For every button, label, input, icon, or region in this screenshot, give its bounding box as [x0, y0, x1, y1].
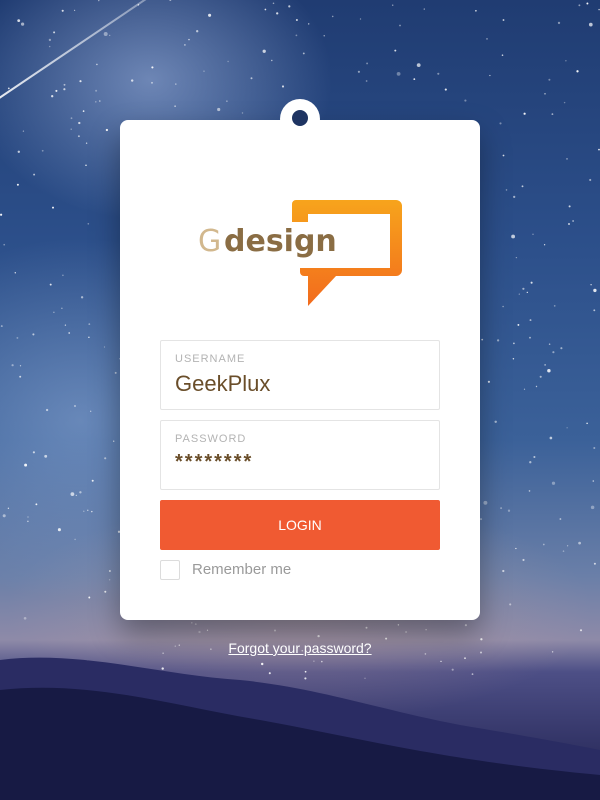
username-field[interactable]: USERNAME	[160, 340, 440, 410]
forgot-password-link[interactable]: Forgot your password?	[228, 640, 371, 656]
card-hanger-icon	[280, 99, 320, 139]
password-field[interactable]: PASSWORD	[160, 420, 440, 490]
password-label: PASSWORD	[175, 433, 247, 445]
remember-me-label[interactable]: Remember me	[192, 561, 291, 578]
username-input[interactable]	[175, 371, 425, 397]
login-card: G design USERNAME PASSWORD LOGIN Remembe…	[120, 120, 480, 620]
speech-bubble-icon	[292, 200, 402, 306]
forgot-password-row: Forgot your password?	[0, 640, 600, 658]
g-design-logo: G design	[198, 200, 408, 310]
username-label: USERNAME	[175, 353, 246, 365]
hanger-hole	[292, 110, 308, 126]
password-input[interactable]	[175, 451, 425, 474]
login-button[interactable]: LOGIN	[160, 500, 440, 550]
logo-g-text: G	[198, 224, 222, 259]
remember-me-checkbox[interactable]	[160, 560, 180, 580]
